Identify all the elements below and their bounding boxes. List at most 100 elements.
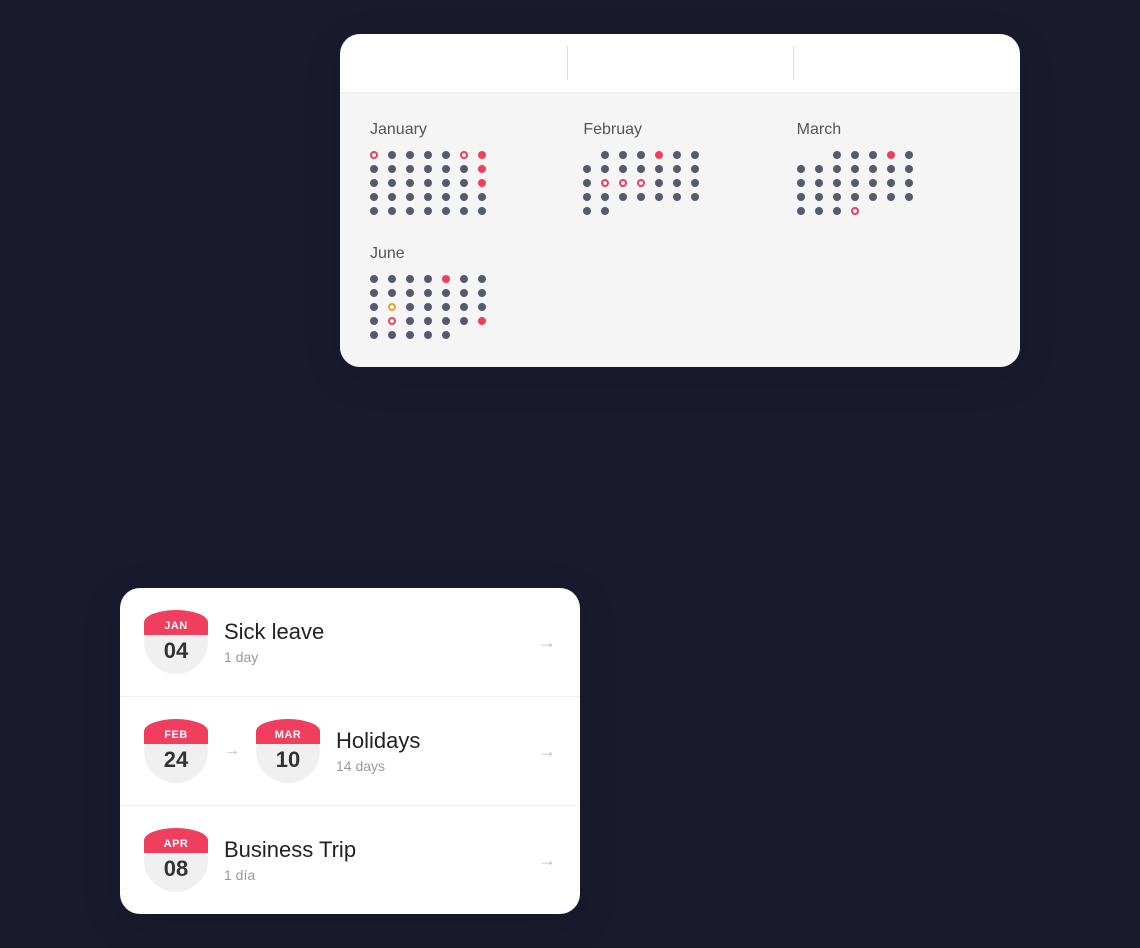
calendar-dot [869, 193, 877, 201]
badge-day: 24 [164, 747, 188, 773]
calendar-dot [637, 207, 645, 215]
calendar-dot [673, 151, 681, 159]
badge-month: MAR [256, 719, 320, 744]
calendar-dot [406, 165, 414, 173]
calendar-dot [601, 179, 609, 187]
start-date-badge: FEB 24 [144, 719, 208, 783]
calendar-dot [601, 165, 609, 173]
calendar-dot [851, 207, 859, 215]
event-duration: 1 día [224, 867, 522, 883]
badge-month: JAN [144, 610, 208, 635]
event-duration: 1 day [224, 649, 522, 665]
calendar-dot [406, 289, 414, 297]
calendar-dot [370, 331, 378, 339]
calendar-dot [388, 331, 396, 339]
calendar-dot [442, 151, 450, 159]
calendar-dot [619, 207, 627, 215]
month-block-june: June [370, 245, 563, 339]
calendar-dot [424, 151, 432, 159]
calendar-dot [655, 207, 663, 215]
badge-day: 10 [276, 747, 300, 773]
navigate-arrow-icon[interactable]: → [538, 741, 556, 762]
calendar-dot [905, 207, 913, 215]
calendar-dot [424, 289, 432, 297]
calendar-dot [370, 317, 378, 325]
calendar-dot [478, 317, 486, 325]
month-name: Februay [583, 121, 776, 139]
calendar-dot [673, 193, 681, 201]
main-container: January Februay March June JAN 04 Sick leav… [120, 34, 1020, 914]
calendar-dot [424, 193, 432, 201]
calendar-dot [442, 331, 450, 339]
calendar-dot [460, 303, 468, 311]
calendar-dot [815, 165, 823, 173]
event-details: Holidays 14 days [336, 728, 522, 774]
calendar-dot [478, 165, 486, 173]
calendar-dot [460, 179, 468, 187]
event-details: Business Trip 1 día [224, 837, 522, 883]
calendar-dot [442, 303, 450, 311]
calendar-dot [637, 151, 645, 159]
calendar-dot [460, 317, 468, 325]
calendar-dot [442, 275, 450, 283]
calendar-dot [833, 179, 841, 187]
calendar-dot [601, 151, 609, 159]
calendar-dot [406, 151, 414, 159]
calendar-dot [887, 151, 895, 159]
calendar-dot [797, 207, 805, 215]
calendar-dot [619, 193, 627, 201]
calendar-dot [905, 165, 913, 173]
calendar-dot [478, 151, 486, 159]
stat-available [567, 34, 794, 92]
calendar-dot [797, 151, 805, 159]
calendar-dot [869, 179, 877, 187]
calendar-dot [887, 165, 895, 173]
calendar-dot [583, 165, 591, 173]
calendar-dot [673, 165, 681, 173]
calendar-dot [815, 207, 823, 215]
calendar-dot [442, 193, 450, 201]
end-date-badge: MAR 10 [256, 719, 320, 783]
calendar-dot [370, 207, 378, 215]
calendar-dot [797, 193, 805, 201]
calendar-dot [388, 317, 396, 325]
calendar-dot [424, 275, 432, 283]
calendar-dot [691, 207, 699, 215]
calendar-dot [833, 207, 841, 215]
month-block-january: January [370, 121, 563, 215]
calendar-dot [583, 207, 591, 215]
calendar-dot [851, 165, 859, 173]
calendar-dot [406, 331, 414, 339]
event-item[interactable]: FEB 24 → MAR 10 Holidays 14 days → [120, 697, 580, 806]
calendar-dot [869, 151, 877, 159]
calendar-dot [478, 193, 486, 201]
calendar-dot [424, 179, 432, 187]
calendar-dot [388, 151, 396, 159]
calendar-dot [424, 165, 432, 173]
calendar-dot [442, 289, 450, 297]
calendar-dot [388, 275, 396, 283]
calendar-dot [388, 289, 396, 297]
calendar-dot [388, 303, 396, 311]
calendar-dot [478, 275, 486, 283]
calendar-dot [460, 151, 468, 159]
calendar-dot [388, 165, 396, 173]
calendar-dot [478, 179, 486, 187]
calendar-dot [478, 331, 486, 339]
navigate-arrow-icon[interactable]: → [538, 850, 556, 871]
event-item[interactable]: APR 08 Business Trip 1 día → [120, 806, 580, 914]
month-name: June [370, 245, 563, 263]
month-block-march: March [797, 121, 990, 215]
badge-day: 04 [164, 638, 188, 664]
calendar-dot [370, 151, 378, 159]
dots-grid [370, 275, 563, 339]
calendar-dot [388, 207, 396, 215]
calendar-dot [905, 179, 913, 187]
calendar-dot [583, 193, 591, 201]
navigate-arrow-icon[interactable]: → [538, 632, 556, 653]
event-item[interactable]: JAN 04 Sick leave 1 day → [120, 588, 580, 697]
calendar-dot [887, 193, 895, 201]
calendar-dot [815, 151, 823, 159]
calendar-dot [833, 193, 841, 201]
calendar-dot [833, 151, 841, 159]
